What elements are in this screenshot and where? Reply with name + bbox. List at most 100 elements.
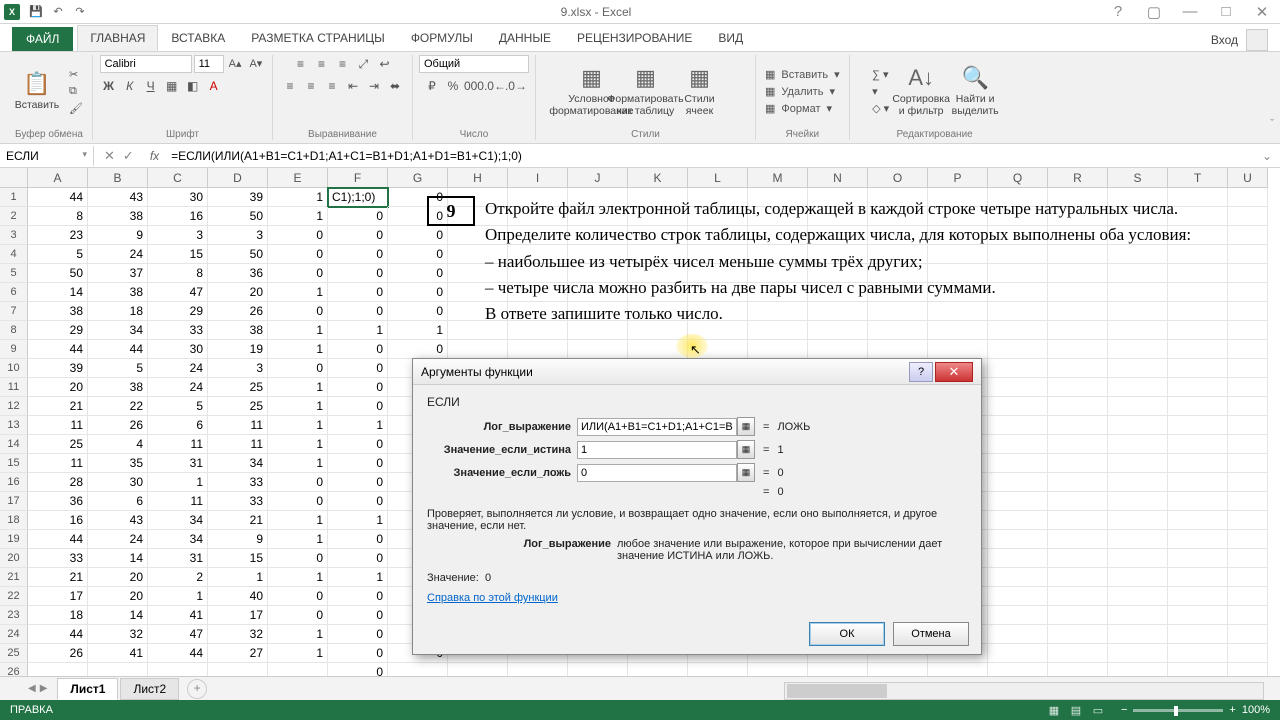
- row-header[interactable]: 20: [0, 549, 28, 568]
- cell[interactable]: [808, 340, 868, 359]
- arg3-input[interactable]: [577, 464, 737, 482]
- cell[interactable]: [1108, 606, 1168, 625]
- cell[interactable]: 0: [268, 264, 328, 283]
- cell[interactable]: [988, 549, 1048, 568]
- cell[interactable]: [1048, 435, 1108, 454]
- help-icon[interactable]: ?: [1104, 3, 1132, 21]
- cell[interactable]: [1168, 644, 1228, 663]
- tab-review[interactable]: РЕЦЕНЗИРОВАНИЕ: [564, 25, 705, 51]
- cell[interactable]: 14: [88, 549, 148, 568]
- view-normal-icon[interactable]: ▦: [1043, 704, 1065, 717]
- cell[interactable]: [988, 587, 1048, 606]
- cell[interactable]: [1168, 378, 1228, 397]
- cell[interactable]: [1168, 473, 1228, 492]
- cell[interactable]: 1: [268, 530, 328, 549]
- clear-icon[interactable]: ◇ ▾: [869, 101, 892, 116]
- col-header[interactable]: F: [328, 168, 388, 188]
- cell[interactable]: 0: [268, 226, 328, 245]
- cell[interactable]: 50: [208, 245, 268, 264]
- cell[interactable]: 0: [328, 606, 388, 625]
- view-layout-icon[interactable]: ▤: [1065, 704, 1087, 717]
- tab-layout[interactable]: РАЗМЕТКА СТРАНИЦЫ: [238, 25, 398, 51]
- cell[interactable]: 1: [208, 568, 268, 587]
- format-table-button[interactable]: ▦Форматировать как таблицу: [620, 65, 670, 116]
- row-header[interactable]: 14: [0, 435, 28, 454]
- cell[interactable]: 38: [208, 321, 268, 340]
- row-header[interactable]: 2: [0, 207, 28, 226]
- cell[interactable]: 22: [88, 397, 148, 416]
- col-header[interactable]: G: [388, 168, 448, 188]
- cell[interactable]: 30: [148, 188, 208, 207]
- cell[interactable]: [988, 644, 1048, 663]
- row-header[interactable]: 22: [0, 587, 28, 606]
- cell[interactable]: 29: [148, 302, 208, 321]
- font-color-icon[interactable]: A: [205, 77, 223, 95]
- row-header[interactable]: 8: [0, 321, 28, 340]
- dec-dec-icon[interactable]: .0→: [507, 77, 525, 95]
- cell[interactable]: 44: [28, 530, 88, 549]
- cell[interactable]: 44: [28, 188, 88, 207]
- cell[interactable]: 24: [148, 378, 208, 397]
- cell[interactable]: [1108, 397, 1168, 416]
- cell[interactable]: 0: [328, 454, 388, 473]
- cell[interactable]: 44: [148, 644, 208, 663]
- cell[interactable]: [1108, 530, 1168, 549]
- sheet-next-icon[interactable]: ▶: [40, 683, 48, 694]
- cell[interactable]: [1168, 568, 1228, 587]
- cell[interactable]: 38: [88, 378, 148, 397]
- user-icon[interactable]: [1246, 29, 1268, 51]
- cell[interactable]: [1168, 625, 1228, 644]
- cell[interactable]: [868, 340, 928, 359]
- col-header[interactable]: I: [508, 168, 568, 188]
- cell[interactable]: 16: [148, 207, 208, 226]
- cell[interactable]: 15: [148, 245, 208, 264]
- cell[interactable]: [1228, 625, 1268, 644]
- cell[interactable]: 1: [268, 511, 328, 530]
- signin-link[interactable]: Вход: [1211, 33, 1238, 47]
- cell[interactable]: 0: [268, 473, 328, 492]
- percent-icon[interactable]: %: [444, 77, 462, 95]
- cell[interactable]: 0: [328, 226, 388, 245]
- row-header[interactable]: 18: [0, 511, 28, 530]
- cancel-button[interactable]: Отмена: [893, 622, 969, 646]
- zoom-level[interactable]: 100%: [1242, 704, 1270, 716]
- tab-view[interactable]: ВИД: [705, 25, 756, 51]
- cell[interactable]: [1228, 416, 1268, 435]
- align-center-icon[interactable]: ≡: [302, 77, 320, 95]
- cell[interactable]: [1228, 359, 1268, 378]
- cell[interactable]: [1108, 340, 1168, 359]
- cell[interactable]: [1228, 606, 1268, 625]
- cell[interactable]: 43: [88, 511, 148, 530]
- cell[interactable]: [1168, 359, 1228, 378]
- cell[interactable]: 0: [388, 264, 448, 283]
- cell[interactable]: 47: [148, 283, 208, 302]
- cell[interactable]: [1228, 530, 1268, 549]
- cell[interactable]: 0: [328, 340, 388, 359]
- cell[interactable]: [1228, 587, 1268, 606]
- dialog-help-icon[interactable]: ?: [909, 362, 933, 382]
- cell[interactable]: [1048, 568, 1108, 587]
- col-header[interactable]: U: [1228, 168, 1268, 188]
- cell[interactable]: [1228, 397, 1268, 416]
- cell[interactable]: 17: [28, 587, 88, 606]
- format-cells-button[interactable]: ▦ Формат ▾: [762, 101, 843, 116]
- cell[interactable]: 36: [28, 492, 88, 511]
- dialog-titlebar[interactable]: Аргументы функции ? ✕: [413, 359, 981, 385]
- cell[interactable]: 38: [28, 302, 88, 321]
- cell[interactable]: 24: [88, 245, 148, 264]
- cell[interactable]: [628, 340, 688, 359]
- row-header[interactable]: 4: [0, 245, 28, 264]
- cell[interactable]: [1168, 454, 1228, 473]
- cell[interactable]: 0: [268, 359, 328, 378]
- cell[interactable]: 5: [88, 359, 148, 378]
- row-header[interactable]: 21: [0, 568, 28, 587]
- cell[interactable]: 1: [268, 454, 328, 473]
- cell[interactable]: 35: [88, 454, 148, 473]
- insert-cells-button[interactable]: ▦ Вставить ▾: [762, 67, 843, 82]
- cell[interactable]: 21: [28, 397, 88, 416]
- row-header[interactable]: 6: [0, 283, 28, 302]
- tab-data[interactable]: ДАННЫЕ: [486, 25, 564, 51]
- cell[interactable]: [1048, 625, 1108, 644]
- cell[interactable]: [1048, 549, 1108, 568]
- cell[interactable]: 44: [28, 625, 88, 644]
